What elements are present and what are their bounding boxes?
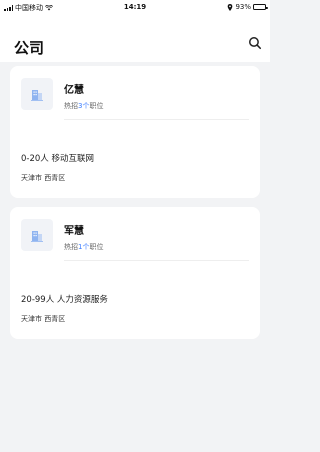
battery-percent: 93% [235,3,251,11]
page-header: 公司 [0,16,270,62]
hot-jobs-prefix: 热招 [64,243,78,251]
card-divider [64,119,249,120]
company-logo [21,78,53,110]
hot-jobs-count: 3个 [78,102,90,110]
company-location: 天津市 西青区 [21,174,66,182]
card-divider [64,260,249,261]
company-info: 0-20人 移动互联网 [21,154,94,164]
company-logo [21,219,53,251]
company-name: 军慧 [64,226,84,237]
search-icon[interactable] [248,36,262,50]
status-bar: 中国移动 14:19 93% [0,0,270,16]
battery-icon [253,4,268,10]
company-card[interactable]: 亿慧 热招3个职位 0-20人 移动互联网 天津市 西青区 [10,66,260,198]
company-location: 天津市 西青区 [21,315,66,323]
company-name: 亿慧 [64,85,84,96]
company-card[interactable]: 军慧 热招1个职位 20-99人 人力资源服务 天津市 西青区 [10,207,260,339]
hot-jobs-suffix: 职位 [89,102,104,110]
hot-jobs-line: 热招1个职位 [64,242,103,252]
hot-jobs-count: 1个 [78,243,90,251]
hot-jobs-suffix: 职位 [89,243,104,251]
location-arrow-icon [228,3,233,11]
building-icon [31,90,43,101]
status-right: 93% [227,3,268,11]
page-title: 公司 [14,39,45,57]
company-info: 20-99人 人力资源服务 [21,295,108,305]
building-icon [31,231,43,242]
hot-jobs-line: 热招3个职位 [64,101,103,111]
hot-jobs-prefix: 热招 [64,102,78,110]
